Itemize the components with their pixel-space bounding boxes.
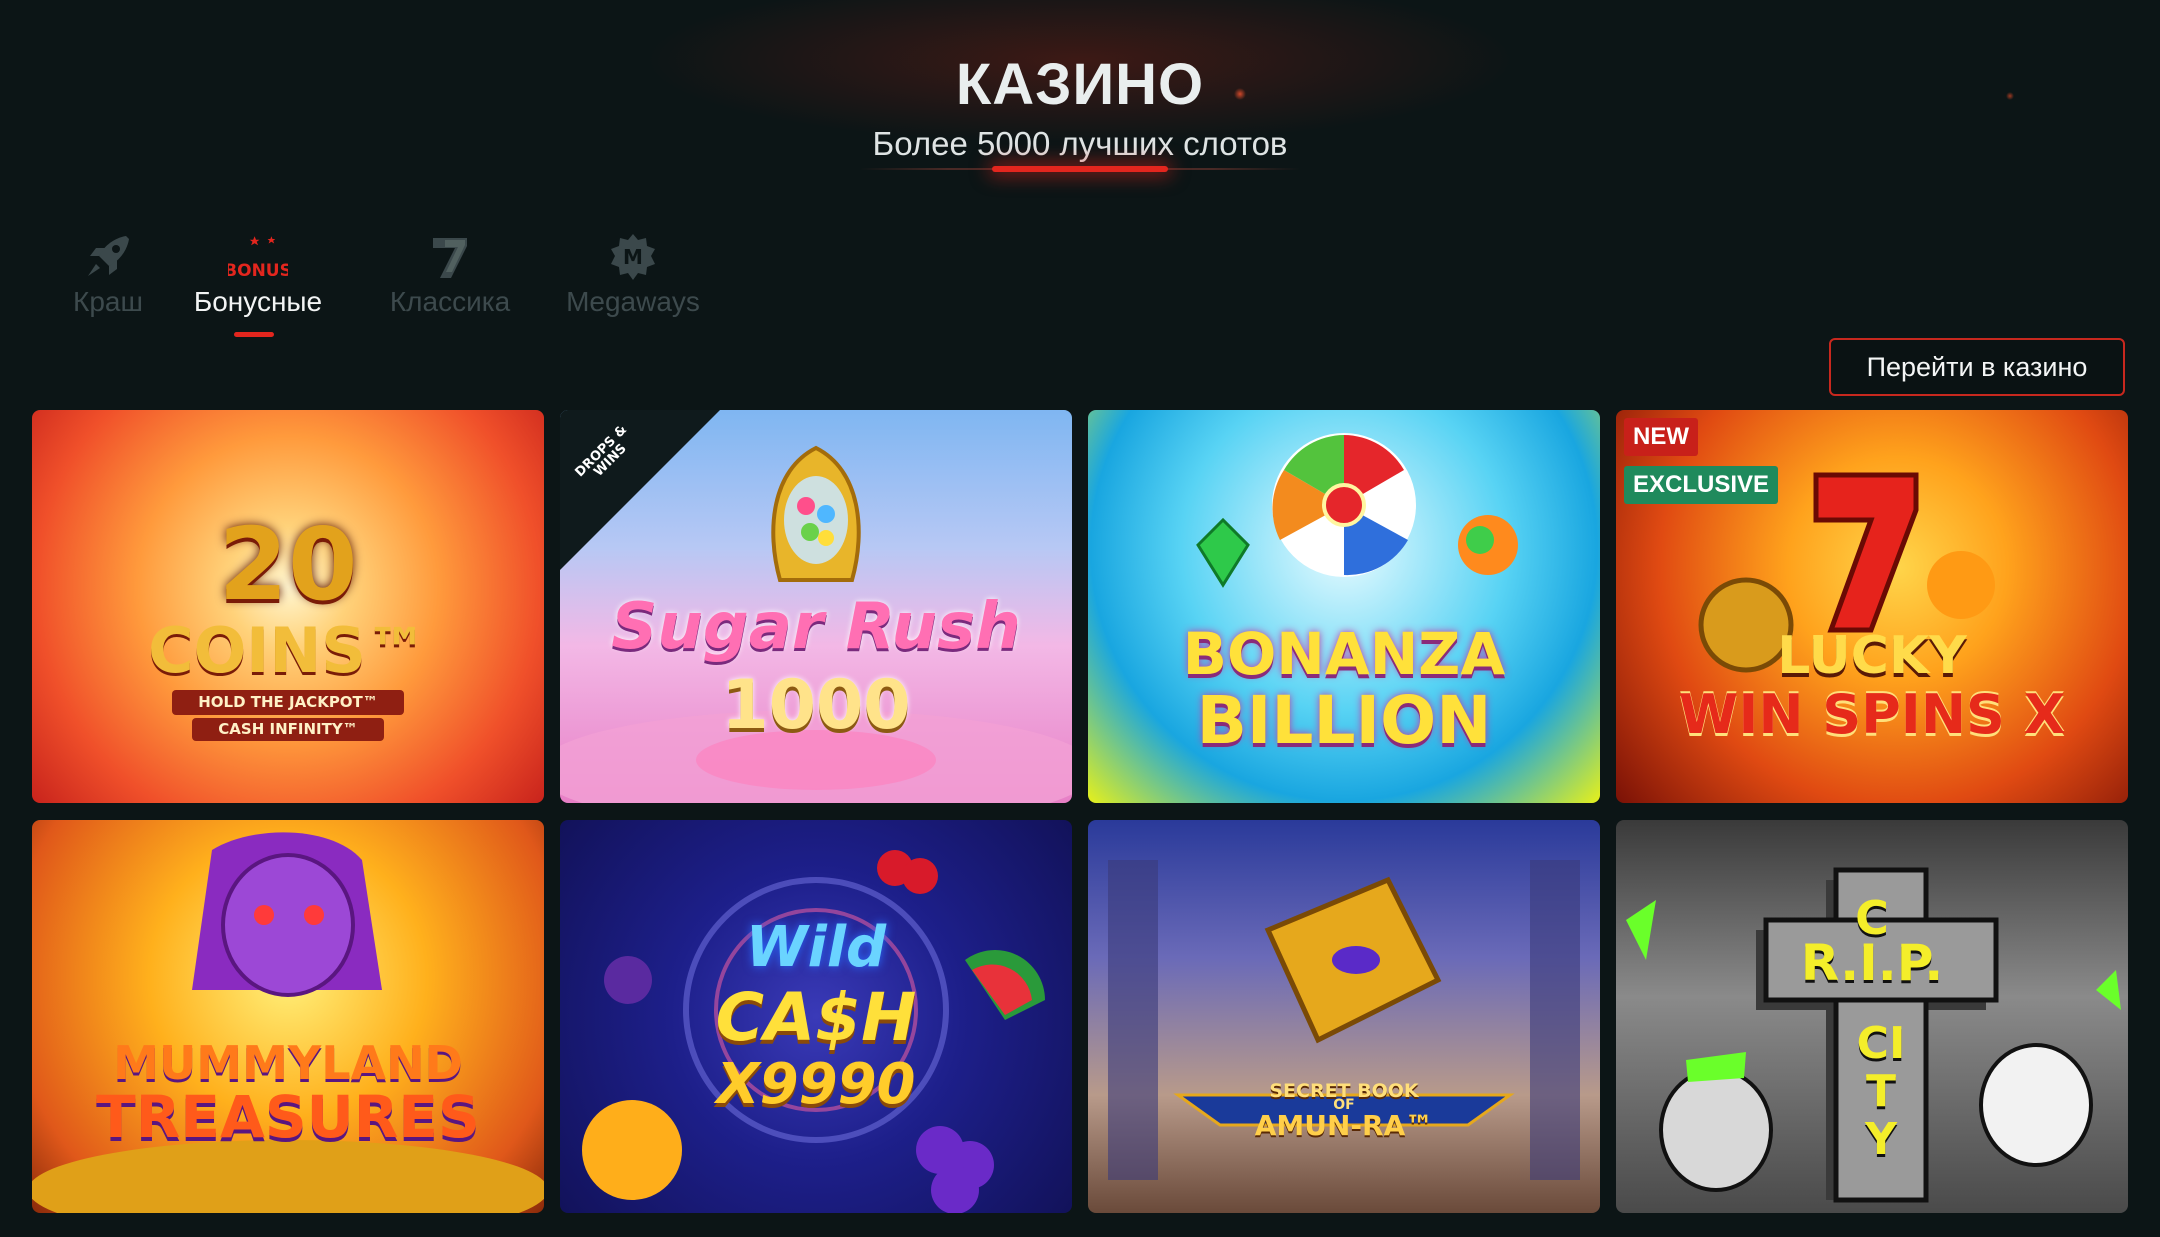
game-title: MUMMYLAND — [113, 1036, 463, 1090]
game-title-2: BILLION — [1196, 682, 1492, 759]
rocket-icon — [58, 232, 158, 282]
game-title: Wild — [745, 915, 887, 980]
game-title: 20 — [218, 506, 358, 623]
game-title-2: COINS™ — [148, 614, 428, 687]
game-card-sugar-rush-1000[interactable]: DROPS & WINS Sugar Rush 1000 — [560, 410, 1072, 803]
game-card-lucky-win-spins-x[interactable]: NEW EXCLUSIVE LUCKY WIN SPINS X — [1616, 410, 2128, 803]
tab-classic[interactable]: Классика — [368, 232, 532, 318]
game-title: Sugar Rush — [611, 590, 1021, 664]
game-title-3: CITY — [1856, 1018, 1906, 1165]
game-card-rip-city[interactable]: C R.I.P. CITY — [1616, 820, 2128, 1213]
tab-label: Классика — [389, 286, 511, 317]
hero-section: КАЗИНО Более 5000 лучших слотов — [0, 50, 2160, 164]
new-badge: NEW — [1624, 418, 1698, 456]
go-to-casino-button[interactable]: Перейти в казино — [1829, 338, 2125, 396]
mummy-icon — [32, 832, 544, 1213]
game-title-2: CA$H — [715, 979, 917, 1056]
game-card-wild-cash-x9990[interactable]: Wild CA$H X9990 — [560, 820, 1072, 1213]
game-subtitle: HOLD THE JACKPOT™ — [172, 690, 404, 715]
tab-bonus[interactable]: BONUS Бонусные — [188, 232, 328, 318]
active-tab-indicator — [234, 332, 274, 337]
tab-label: Краш — [73, 286, 143, 317]
svg-text:BONUS: BONUS — [228, 261, 288, 281]
tab-megaways[interactable]: M Megaways — [542, 232, 724, 318]
game-title-2: TREASURES — [96, 1083, 480, 1151]
svg-text:M: M — [623, 245, 643, 269]
tab-label: Бонусные — [193, 286, 323, 317]
exclusive-badge: EXCLUSIVE — [1624, 466, 1779, 504]
page-title: КАЗИНО — [955, 52, 1205, 117]
golden-book-icon — [1108, 860, 1580, 1180]
game-title-2: WIN SPINS X — [1678, 683, 2066, 746]
megaways-icon: M — [542, 232, 724, 282]
game-card-bonanza-billion[interactable]: BONANZA BILLION — [1088, 410, 1600, 803]
page-subtitle: Более 5000 лучших слотов — [872, 125, 1288, 162]
game-title-2: 1000 — [721, 666, 911, 745]
game-card-mummyland-treasures[interactable]: MUMMYLAND TREASURES — [32, 820, 544, 1213]
game-title-2: R.I.P. — [1800, 934, 1944, 992]
tab-label: Megaways — [566, 286, 700, 317]
title-accent-bar — [992, 166, 1168, 172]
game-card-secret-book-amun-ra[interactable]: SECRET BOOK OF AMUN-RA™ — [1088, 820, 1600, 1213]
game-card-20-coins[interactable]: 20 COINS™ HOLD THE JACKPOT™ CASH INFINIT… — [32, 410, 544, 803]
game-subtitle-2: CASH INFINITY™ — [192, 718, 384, 741]
game-title-3: X9990 — [716, 1052, 916, 1117]
game-title: LUCKY — [1777, 626, 1967, 686]
tab-crash[interactable]: Краш — [58, 232, 158, 318]
bonus-icon: BONUS — [188, 232, 328, 282]
game-title-3: AMUN-RA™ — [1254, 1109, 1434, 1142]
seven-icon — [368, 232, 532, 282]
game-title: BONANZA — [1182, 620, 1506, 688]
